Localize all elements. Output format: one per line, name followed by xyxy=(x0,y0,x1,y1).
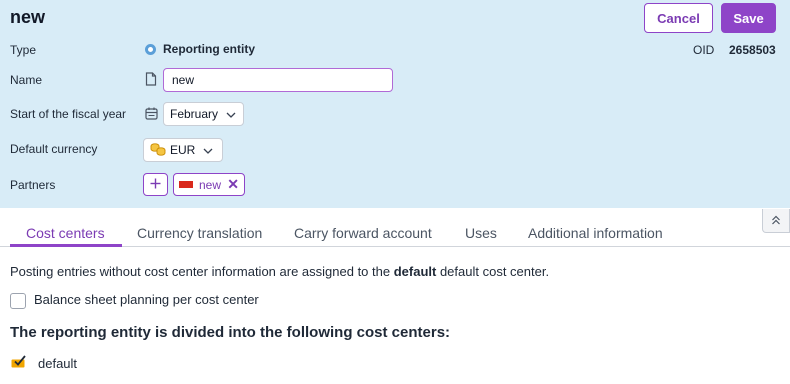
fiscal-year-select[interactable]: February xyxy=(163,102,244,126)
cost-centers-heading: The reporting entity is divided into the… xyxy=(10,324,451,341)
tab-carry-forward-account[interactable]: Carry forward account xyxy=(294,225,432,241)
fiscal-year-label: Start of the fiscal year xyxy=(10,107,127,121)
document-icon xyxy=(145,72,157,89)
name-input[interactable] xyxy=(163,68,393,92)
chevron-down-icon xyxy=(203,143,213,157)
cost-center-icon xyxy=(11,354,27,371)
tab-additional-information[interactable]: Additional information xyxy=(528,225,663,241)
calendar-icon xyxy=(145,107,158,123)
active-tab-indicator xyxy=(10,244,122,247)
coins-icon xyxy=(150,142,166,159)
flag-icon xyxy=(179,181,193,188)
balance-sheet-planning-checkbox[interactable] xyxy=(10,293,26,309)
type-value-label: Reporting entity xyxy=(163,42,255,56)
tab-uses[interactable]: Uses xyxy=(465,225,497,241)
oid-value: 2658503 xyxy=(729,43,776,57)
partners-label: Partners xyxy=(10,178,56,192)
oid-label: OID xyxy=(693,43,715,57)
cancel-button[interactable]: Cancel xyxy=(644,3,713,33)
cost-center-info: Posting entries without cost center info… xyxy=(10,264,549,279)
save-button[interactable]: Save xyxy=(721,3,776,33)
remove-partner-icon[interactable]: ✕ xyxy=(227,176,239,193)
currency-value: EUR xyxy=(170,143,196,157)
currency-label: Default currency xyxy=(10,142,98,156)
info-default-cost-center: default xyxy=(393,264,437,279)
header-panel: new Cancel Save OID 2658503 Type Reporti… xyxy=(0,0,790,208)
info-suffix: default cost center. xyxy=(436,264,550,279)
plus-icon xyxy=(150,178,161,192)
radio-icon xyxy=(145,43,156,55)
name-label: Name xyxy=(10,73,43,87)
tab-currency-translation[interactable]: Currency translation xyxy=(137,225,262,241)
balance-sheet-planning-label: Balance sheet planning per cost center xyxy=(34,292,259,307)
currency-select[interactable]: EUR xyxy=(143,138,223,162)
cost-center-item-label[interactable]: default xyxy=(38,356,77,371)
type-value: Reporting entity xyxy=(145,42,255,56)
info-prefix: Posting entries without cost center info… xyxy=(10,264,394,279)
tab-bar: Cost centers Currency translation Carry … xyxy=(0,219,790,247)
add-partner-button[interactable] xyxy=(143,173,168,196)
type-label: Type xyxy=(10,43,37,57)
tab-cost-centers[interactable]: Cost centers xyxy=(26,225,105,241)
chevron-down-icon xyxy=(226,107,236,121)
partner-chip-label: new xyxy=(199,177,222,192)
fiscal-year-value: February xyxy=(170,107,219,121)
partner-chip[interactable]: new ✕ xyxy=(173,173,245,196)
page-title: new xyxy=(10,7,46,27)
